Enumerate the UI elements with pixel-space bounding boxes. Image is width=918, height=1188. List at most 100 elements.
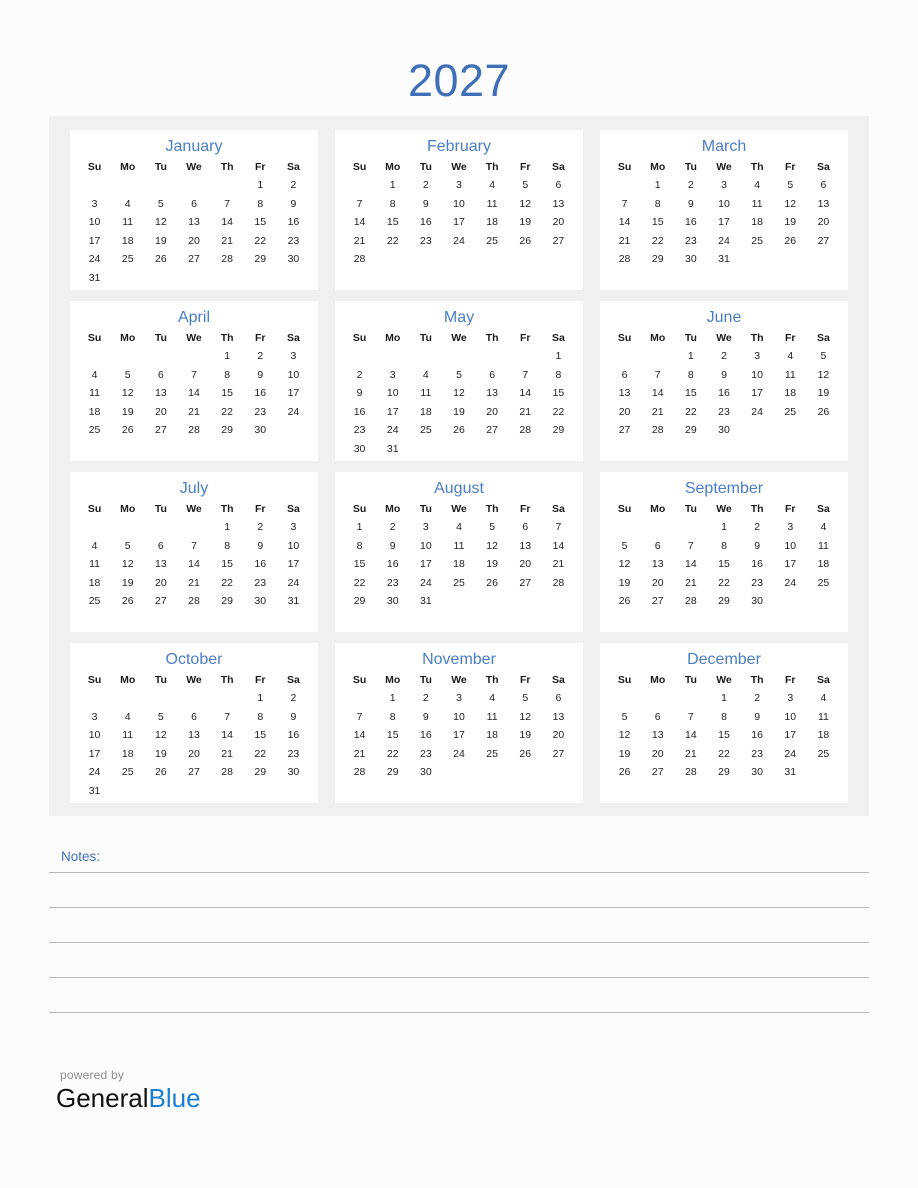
day-cell[interactable]: 17: [774, 726, 807, 745]
day-cell[interactable]: 9: [409, 708, 442, 727]
day-cell[interactable]: 5: [111, 537, 144, 556]
day-cell[interactable]: 2: [409, 176, 442, 195]
day-cell[interactable]: 1: [674, 347, 707, 366]
day-cell[interactable]: 19: [774, 213, 807, 232]
day-cell[interactable]: 9: [741, 537, 774, 556]
day-cell[interactable]: 23: [741, 745, 774, 764]
day-cell[interactable]: 20: [144, 574, 177, 593]
day-cell[interactable]: 3: [442, 176, 475, 195]
day-cell[interactable]: 13: [144, 555, 177, 574]
notes-lines[interactable]: [49, 872, 869, 1013]
day-cell[interactable]: 8: [244, 708, 277, 727]
day-cell[interactable]: 6: [177, 708, 210, 727]
day-cell[interactable]: 31: [78, 269, 111, 288]
day-cell[interactable]: 1: [707, 518, 740, 537]
note-line[interactable]: [49, 978, 869, 1013]
day-cell[interactable]: 31: [774, 763, 807, 782]
day-cell[interactable]: 24: [442, 745, 475, 764]
day-cell[interactable]: 12: [509, 708, 542, 727]
day-cell[interactable]: 19: [608, 745, 641, 764]
day-cell[interactable]: 27: [144, 421, 177, 440]
day-cell[interactable]: 10: [442, 195, 475, 214]
day-cell[interactable]: 29: [542, 421, 575, 440]
day-cell[interactable]: 18: [78, 403, 111, 422]
day-cell[interactable]: 4: [442, 518, 475, 537]
day-cell[interactable]: 24: [277, 574, 310, 593]
day-cell[interactable]: 15: [641, 213, 674, 232]
day-cell[interactable]: 27: [509, 574, 542, 593]
day-cell[interactable]: 19: [144, 745, 177, 764]
day-cell[interactable]: 28: [343, 763, 376, 782]
day-cell[interactable]: 12: [608, 555, 641, 574]
day-cell[interactable]: 27: [144, 592, 177, 611]
day-cell[interactable]: 3: [376, 366, 409, 385]
day-cell[interactable]: 8: [244, 195, 277, 214]
day-cell[interactable]: 17: [442, 213, 475, 232]
day-cell[interactable]: 30: [674, 250, 707, 269]
day-cell[interactable]: 29: [707, 592, 740, 611]
day-cell[interactable]: 17: [707, 213, 740, 232]
day-cell[interactable]: 3: [707, 176, 740, 195]
day-cell[interactable]: 23: [343, 421, 376, 440]
day-cell[interactable]: 14: [177, 555, 210, 574]
day-cell[interactable]: 10: [774, 708, 807, 727]
day-cell[interactable]: 14: [674, 726, 707, 745]
day-cell[interactable]: 21: [608, 232, 641, 251]
day-cell[interactable]: 27: [641, 763, 674, 782]
day-cell[interactable]: 18: [476, 726, 509, 745]
day-cell[interactable]: 21: [343, 745, 376, 764]
day-cell[interactable]: 30: [409, 763, 442, 782]
day-cell[interactable]: 20: [542, 213, 575, 232]
day-cell[interactable]: 10: [409, 537, 442, 556]
day-cell[interactable]: 2: [674, 176, 707, 195]
day-cell[interactable]: 21: [674, 574, 707, 593]
day-cell[interactable]: 19: [111, 574, 144, 593]
day-cell[interactable]: 15: [707, 726, 740, 745]
day-cell[interactable]: 22: [674, 403, 707, 422]
day-cell[interactable]: 15: [376, 213, 409, 232]
day-cell[interactable]: 9: [376, 537, 409, 556]
day-cell[interactable]: 22: [376, 745, 409, 764]
day-cell[interactable]: 5: [774, 176, 807, 195]
day-cell[interactable]: 26: [144, 763, 177, 782]
day-cell[interactable]: 4: [78, 537, 111, 556]
day-cell[interactable]: 16: [707, 384, 740, 403]
day-cell[interactable]: 8: [211, 537, 244, 556]
day-cell[interactable]: 7: [211, 708, 244, 727]
day-cell[interactable]: 15: [343, 555, 376, 574]
day-cell[interactable]: 30: [707, 421, 740, 440]
day-cell[interactable]: 13: [509, 537, 542, 556]
day-cell[interactable]: 1: [707, 689, 740, 708]
day-cell[interactable]: 23: [244, 574, 277, 593]
day-cell[interactable]: 19: [509, 213, 542, 232]
day-cell[interactable]: 21: [177, 574, 210, 593]
day-cell[interactable]: 4: [807, 518, 840, 537]
day-cell[interactable]: 25: [807, 745, 840, 764]
note-line[interactable]: [49, 908, 869, 943]
day-cell[interactable]: 25: [409, 421, 442, 440]
day-cell[interactable]: 8: [376, 708, 409, 727]
day-cell[interactable]: 28: [674, 592, 707, 611]
day-cell[interactable]: 25: [111, 250, 144, 269]
day-cell[interactable]: 23: [741, 574, 774, 593]
day-cell[interactable]: 5: [608, 537, 641, 556]
day-cell[interactable]: 1: [376, 689, 409, 708]
day-cell[interactable]: 14: [641, 384, 674, 403]
day-cell[interactable]: 13: [144, 384, 177, 403]
day-cell[interactable]: 23: [244, 403, 277, 422]
day-cell[interactable]: 29: [674, 421, 707, 440]
day-cell[interactable]: 25: [78, 421, 111, 440]
day-cell[interactable]: 8: [707, 708, 740, 727]
day-cell[interactable]: 22: [244, 232, 277, 251]
day-cell[interactable]: 20: [509, 555, 542, 574]
day-cell[interactable]: 26: [509, 232, 542, 251]
day-cell[interactable]: 12: [509, 195, 542, 214]
day-cell[interactable]: 26: [144, 250, 177, 269]
day-cell[interactable]: 6: [476, 366, 509, 385]
day-cell[interactable]: 6: [641, 708, 674, 727]
day-cell[interactable]: 22: [707, 574, 740, 593]
day-cell[interactable]: 21: [674, 745, 707, 764]
day-cell[interactable]: 6: [144, 537, 177, 556]
day-cell[interactable]: 18: [111, 745, 144, 764]
day-cell[interactable]: 3: [409, 518, 442, 537]
